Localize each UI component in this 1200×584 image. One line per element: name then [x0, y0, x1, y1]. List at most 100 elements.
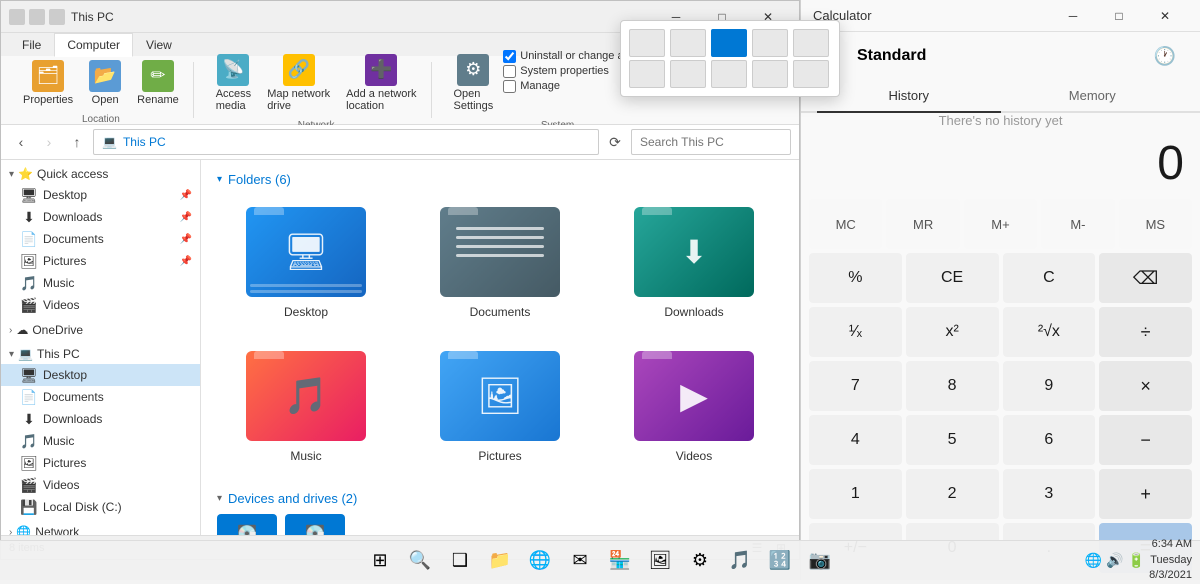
folder-item-music[interactable]: 🎵 Music	[217, 343, 395, 471]
layout-cell-1-5[interactable]	[793, 29, 829, 57]
calc-9-button[interactable]: 9	[1003, 361, 1096, 411]
devices-section-header[interactable]: ▾ Devices and drives (2)	[217, 491, 783, 506]
up-button[interactable]: ↑	[65, 130, 89, 154]
calc-multiply-button[interactable]: ×	[1099, 361, 1192, 411]
open-settings-button[interactable]: ⚙ OpenSettings	[448, 50, 500, 116]
calc-mc-button[interactable]: MC	[809, 199, 882, 249]
folder-item-pictures[interactable]: 🖼 Pictures	[411, 343, 589, 471]
calc-square-button[interactable]: x²	[906, 307, 999, 357]
sidebar-item-this-pc-music[interactable]: 🎵 Music	[1, 430, 200, 452]
tab-history[interactable]: History	[817, 80, 1001, 113]
start-button[interactable]: ⊞	[362, 543, 398, 579]
calc-5-button[interactable]: 5	[906, 415, 999, 465]
drive-icon-2[interactable]: 💽	[285, 514, 345, 535]
calc-ce-button[interactable]: CE	[906, 253, 999, 303]
ribbon-tab-computer[interactable]: Computer	[54, 33, 133, 57]
folders-section-header[interactable]: ▾ Folders (6)	[217, 172, 783, 187]
sidebar-network-header[interactable]: › 🌐 Network	[1, 522, 200, 535]
calc-2-button[interactable]: 2	[906, 469, 999, 519]
tab-memory[interactable]: Memory	[1001, 80, 1185, 113]
taskbar-time[interactable]: 6:34 AM Tuesday8/3/2021	[1149, 537, 1192, 583]
calc-subtract-button[interactable]: −	[1099, 415, 1192, 465]
folder-item-videos[interactable]: ▶ Videos	[605, 343, 783, 471]
calc-3-button[interactable]: 3	[1003, 469, 1096, 519]
sidebar-item-music[interactable]: 🎵 Music	[1, 272, 200, 294]
videos-folder-label: Videos	[676, 449, 712, 463]
sidebar-item-pictures[interactable]: 🖼 Pictures 📌	[1, 250, 200, 272]
layout-cell-1-3[interactable]	[711, 29, 747, 57]
explorer-taskbar-button[interactable]: 📁	[482, 543, 518, 579]
calc-minimize-button[interactable]: ─	[1050, 0, 1096, 32]
calc-percent-button[interactable]: %	[809, 253, 902, 303]
store-taskbar-button[interactable]: 🏪	[602, 543, 638, 579]
forward-button[interactable]: ›	[37, 130, 61, 154]
calc-8-button[interactable]: 8	[906, 361, 999, 411]
calc-7-button[interactable]: 7	[809, 361, 902, 411]
calc-backspace-button[interactable]: ⌫	[1099, 253, 1192, 303]
drive-icon-1[interactable]: 💽	[217, 514, 277, 535]
layout-cell-2-1[interactable]	[629, 60, 665, 88]
calc-taskbar-button[interactable]: 🔢	[762, 543, 798, 579]
calc-add-button[interactable]: +	[1099, 469, 1192, 519]
layout-cell-1-2[interactable]	[670, 29, 706, 57]
sidebar-item-this-pc-pictures[interactable]: 🖼 Pictures	[1, 452, 200, 474]
calc-maximize-button[interactable]: □	[1096, 0, 1142, 32]
properties-button[interactable]: 🗂 Properties	[17, 56, 79, 110]
sidebar-quick-access-header[interactable]: ▾ ⭐ Quick access	[1, 164, 200, 184]
sidebar-item-this-pc-desktop[interactable]: 🖥 Desktop	[1, 364, 200, 386]
settings-taskbar-button[interactable]: ⚙	[682, 543, 718, 579]
photos-taskbar-button[interactable]: 🖼	[642, 543, 678, 579]
calc-6-button[interactable]: 6	[1003, 415, 1096, 465]
sidebar-item-desktop[interactable]: 🖥 Desktop 📌	[1, 184, 200, 206]
sidebar-item-this-pc-downloads[interactable]: ⬇ Downloads	[1, 408, 200, 430]
mail-taskbar-button[interactable]: ✉	[562, 543, 598, 579]
ribbon-tab-view[interactable]: View	[133, 33, 185, 56]
sidebar-item-local-disk[interactable]: 💾 Local Disk (C:)	[1, 496, 200, 518]
add-network-button[interactable]: ➕ Add a networklocation	[340, 50, 422, 116]
calc-close-button[interactable]: ✕	[1142, 0, 1188, 32]
calc-mplus-button[interactable]: M+	[964, 199, 1037, 249]
calc-mminus-button[interactable]: M-	[1041, 199, 1114, 249]
layout-cell-2-4[interactable]	[752, 60, 788, 88]
calc-1-button[interactable]: 1	[809, 469, 902, 519]
sidebar-item-this-pc-documents[interactable]: 📄 Documents	[1, 386, 200, 408]
folder-item-downloads[interactable]: ⬇ Downloads	[605, 199, 783, 327]
calc-c-button[interactable]: C	[1003, 253, 1096, 303]
ribbon-tab-file[interactable]: File	[9, 33, 54, 56]
folder-item-desktop[interactable]: 🖥 Desktop	[217, 199, 395, 327]
calc-reciprocal-button[interactable]: ¹⁄ₓ	[809, 307, 902, 357]
sidebar-item-videos[interactable]: 🎬 Videos	[1, 294, 200, 316]
calc-4-button[interactable]: 4	[809, 415, 902, 465]
music-taskbar-button[interactable]: 🎵	[722, 543, 758, 579]
layout-cell-2-3[interactable]	[711, 60, 747, 88]
folder-item-documents[interactable]: Documents	[411, 199, 589, 327]
open-button[interactable]: 📂 Open	[83, 56, 127, 110]
calc-sqrt-button[interactable]: ²√x	[1003, 307, 1096, 357]
map-drive-button[interactable]: 🔗 Map networkdrive	[261, 50, 336, 116]
battery-tray-icon[interactable]: 🔋	[1128, 552, 1145, 569]
calc-divide-button[interactable]: ÷	[1099, 307, 1192, 357]
network-tray-icon[interactable]: 🌐	[1085, 552, 1102, 569]
sidebar-item-this-pc-videos[interactable]: 🎬 Videos	[1, 474, 200, 496]
layout-cell-2-2[interactable]	[670, 60, 706, 88]
sidebar-item-documents[interactable]: 📄 Documents 📌	[1, 228, 200, 250]
refresh-button[interactable]: ⟳	[603, 130, 627, 154]
layout-cell-2-5[interactable]	[793, 60, 829, 88]
layout-cell-1-1[interactable]	[629, 29, 665, 57]
search-button[interactable]: 🔍	[402, 543, 438, 579]
back-button[interactable]: ‹	[9, 130, 33, 154]
task-view-button[interactable]: ❑	[442, 543, 478, 579]
access-media-button[interactable]: 📡 Accessmedia	[210, 50, 257, 116]
sidebar-item-downloads[interactable]: ⬇ Downloads 📌	[1, 206, 200, 228]
camera-taskbar-button[interactable]: 📷	[802, 543, 838, 579]
rename-button[interactable]: ✏ Rename	[131, 56, 185, 110]
address-input[interactable]: 💻 This PC	[93, 129, 599, 155]
search-input[interactable]	[631, 129, 791, 155]
volume-tray-icon[interactable]: 🔊	[1106, 552, 1123, 569]
layout-cell-1-4[interactable]	[752, 29, 788, 57]
calc-ms-button[interactable]: MS	[1119, 199, 1192, 249]
edge-taskbar-button[interactable]: 🌐	[522, 543, 558, 579]
sidebar-onedrive-header[interactable]: › ☁ OneDrive	[1, 320, 200, 340]
sidebar-this-pc-header[interactable]: ▾ 💻 This PC	[1, 344, 200, 364]
calc-mr-button[interactable]: MR	[886, 199, 959, 249]
